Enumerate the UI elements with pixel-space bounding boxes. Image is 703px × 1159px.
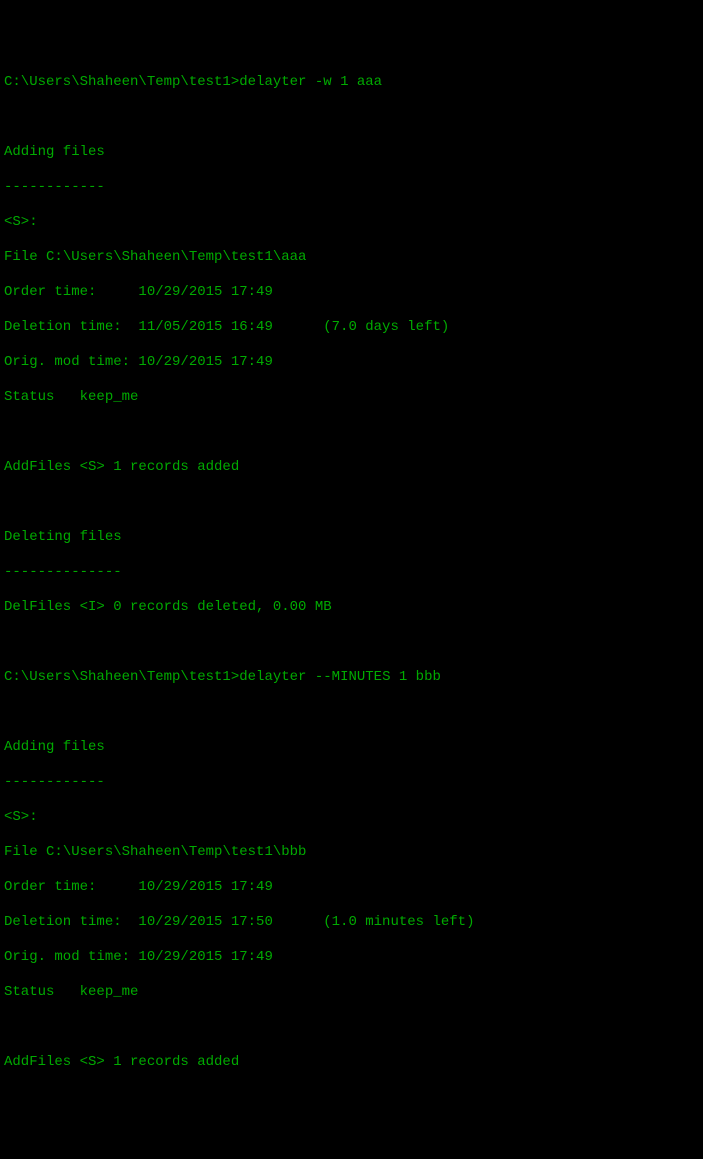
- adding-files-heading: Adding files: [4, 739, 699, 757]
- prompt-line-1: C:\Users\Shaheen\Temp\test1>delayter -w …: [4, 74, 699, 92]
- orig-label: Orig. mod time:: [4, 354, 138, 370]
- divider: ------------: [4, 179, 699, 197]
- orig-value: 10/29/2015 17:49: [138, 949, 272, 965]
- terminal-output[interactable]: C:\Users\Shaheen\Temp\test1>delayter -w …: [4, 74, 699, 1072]
- blank-line: [4, 424, 699, 442]
- deletion-value: 11/05/2015 16:49: [138, 319, 272, 335]
- prompt-prefix: C:\Users\Shaheen\Temp\test1>: [4, 74, 239, 90]
- file-path: C:\Users\Shaheen\Temp\test1\aaa: [46, 249, 306, 265]
- blank-line: [4, 1019, 699, 1037]
- tag-line: <S>:: [4, 809, 699, 827]
- orig-mod-time-line: Orig. mod time: 10/29/2015 17:49: [4, 354, 699, 372]
- deletion-value: 10/29/2015 17:50: [138, 914, 272, 930]
- blank-line: [4, 704, 699, 722]
- delfiles-line: DelFiles <I> 0 records deleted, 0.00 MB: [4, 599, 699, 617]
- blank-line: [4, 634, 699, 652]
- blank-line: [4, 109, 699, 127]
- file-path: C:\Users\Shaheen\Temp\test1\bbb: [46, 844, 306, 860]
- status-value: keep_me: [80, 389, 139, 405]
- order-value: 10/29/2015 17:49: [138, 284, 272, 300]
- adding-files-heading: Adding files: [4, 144, 699, 162]
- deleting-files-heading: Deleting files: [4, 529, 699, 547]
- deletion-time-line: Deletion time: 11/05/2015 16:49 (7.0 day…: [4, 319, 699, 337]
- order-label: Order time:: [4, 284, 138, 300]
- orig-value: 10/29/2015 17:49: [138, 354, 272, 370]
- file-line: File C:\Users\Shaheen\Temp\test1\bbb: [4, 844, 699, 862]
- order-value: 10/29/2015 17:49: [138, 879, 272, 895]
- status-label: Status: [4, 389, 80, 405]
- file-line: File C:\Users\Shaheen\Temp\test1\aaa: [4, 249, 699, 267]
- addfiles-line: AddFiles <S> 1 records added: [4, 459, 699, 477]
- file-label: File: [4, 249, 46, 265]
- command-text: delayter -w 1 aaa: [239, 74, 382, 90]
- command-text: delayter --MINUTES 1 bbb: [239, 669, 441, 685]
- deletion-note: (1.0 minutes left): [273, 914, 475, 930]
- blank-line: [4, 494, 699, 512]
- status-value: keep_me: [80, 984, 139, 1000]
- orig-label: Orig. mod time:: [4, 949, 138, 965]
- deletion-note: (7.0 days left): [273, 319, 449, 335]
- divider: --------------: [4, 564, 699, 582]
- tag-line: <S>:: [4, 214, 699, 232]
- addfiles-line: AddFiles <S> 1 records added: [4, 1054, 699, 1072]
- order-time-line: Order time: 10/29/2015 17:49: [4, 284, 699, 302]
- prompt-line-2: C:\Users\Shaheen\Temp\test1>delayter --M…: [4, 669, 699, 687]
- status-label: Status: [4, 984, 80, 1000]
- order-time-line: Order time: 10/29/2015 17:49: [4, 879, 699, 897]
- deletion-label: Deletion time:: [4, 914, 138, 930]
- file-label: File: [4, 844, 46, 860]
- status-line: Status keep_me: [4, 984, 699, 1002]
- divider: ------------: [4, 774, 699, 792]
- prompt-prefix: C:\Users\Shaheen\Temp\test1>: [4, 669, 239, 685]
- orig-mod-time-line: Orig. mod time: 10/29/2015 17:49: [4, 949, 699, 967]
- order-label: Order time:: [4, 879, 138, 895]
- deletion-label: Deletion time:: [4, 319, 138, 335]
- status-line: Status keep_me: [4, 389, 699, 407]
- deletion-time-line: Deletion time: 10/29/2015 17:50 (1.0 min…: [4, 914, 699, 932]
